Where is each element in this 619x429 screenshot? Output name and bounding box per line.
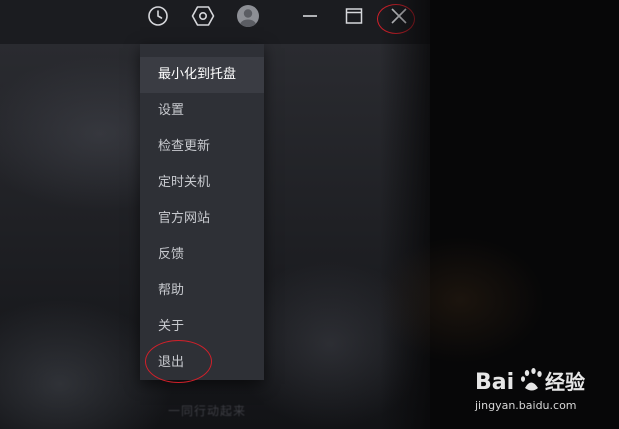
svg-text:Bai: Bai <box>475 370 514 395</box>
menu-item-check-updates[interactable]: 检查更新 <box>140 129 264 165</box>
watermark-url: jingyan.baidu.com <box>475 399 577 412</box>
menu-item-minimize-to-tray[interactable]: 最小化到托盘 <box>140 57 264 93</box>
menu-item-official-website[interactable]: 官方网站 <box>140 201 264 237</box>
menu-item-settings[interactable]: 设置 <box>140 93 264 129</box>
menu-item-about[interactable]: 关于 <box>140 309 264 345</box>
exit-annotation-circle <box>145 340 212 383</box>
maximize-button[interactable] <box>341 4 367 28</box>
menu-item-feedback[interactable]: 反馈 <box>140 237 264 273</box>
minimize-icon <box>303 15 317 17</box>
baidu-jingyan-logo: Bai 经验 <box>475 368 585 395</box>
minimize-button[interactable] <box>297 4 323 28</box>
menu-item-help[interactable]: 帮助 <box>140 273 264 309</box>
main-menu-dropdown: 最小化到托盘 设置 检查更新 定时关机 官方网站 反馈 帮助 关于 退出 <box>140 44 264 380</box>
gear-hexagon-icon <box>191 6 215 26</box>
user-avatar-button[interactable] <box>235 4 261 28</box>
settings-button[interactable] <box>190 4 216 28</box>
title-bar <box>0 0 430 44</box>
user-avatar-icon <box>237 5 259 27</box>
baidu-jingyan-watermark: Bai 经验 jingyan.baidu.com <box>475 366 615 416</box>
maximize-icon <box>345 8 363 24</box>
menu-item-scheduled-shutdown[interactable]: 定时关机 <box>140 165 264 201</box>
history-button[interactable] <box>145 4 171 28</box>
clock-icon <box>148 6 168 26</box>
screen: 最小化到托盘 设置 检查更新 定时关机 官方网站 反馈 帮助 关于 退出 一同行… <box>0 0 619 429</box>
svg-text:经验: 经验 <box>545 370 585 394</box>
background-fade <box>380 0 619 429</box>
background-ghost-text: 一同行动起来 <box>168 404 247 418</box>
